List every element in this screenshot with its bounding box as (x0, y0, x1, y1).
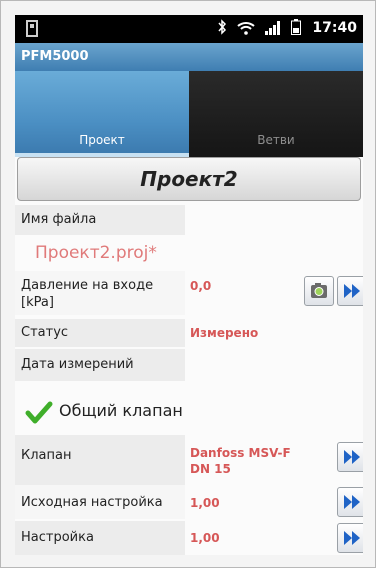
screenshot-frame: 17:40 PFM5000 Проект Ветви Проект2 Имя ф… (0, 0, 376, 568)
pressure-next-button[interactable] (337, 276, 363, 306)
phone-screen: 17:40 PFM5000 Проект Ветви Проект2 Имя ф… (15, 15, 363, 555)
signal-icon (265, 20, 281, 39)
setting-next-button[interactable] (337, 523, 363, 553)
common-valve-label[interactable]: Общий клапан (59, 401, 183, 420)
valve-value: Danfoss MSV-F DN 15 (190, 446, 291, 476)
app-title: PFM5000 (15, 43, 363, 71)
file-name-value[interactable]: Проект2.proj* (35, 243, 157, 263)
pressure-value: 0,0 (190, 279, 212, 293)
clock: 17:40 (312, 20, 357, 36)
pressure-label: Давление на входе [kPa] (21, 278, 154, 310)
bluetooth-icon (218, 19, 227, 39)
measure-button[interactable] (304, 276, 334, 306)
setting-label: Настройка (21, 530, 94, 545)
measurement-date-label: Дата измерений (21, 357, 134, 372)
common-valve-checkbox[interactable] (25, 399, 53, 427)
status-value: Измерено (190, 326, 259, 340)
initial-setting-value: 1,00 (190, 496, 220, 510)
sd-card-icon (25, 20, 39, 37)
valve-next-button[interactable] (337, 442, 363, 472)
checkmark-icon (25, 401, 53, 431)
tab-project-label: Проект (79, 133, 125, 147)
wifi-icon (237, 20, 255, 39)
project-name-button[interactable]: Проект2 (17, 157, 361, 201)
setting-value: 1,00 (190, 531, 220, 545)
tab-branches-label: Ветви (257, 133, 295, 147)
initial-setting-label: Исходная настройка (21, 495, 163, 510)
tab-bar: Проект Ветви (15, 71, 363, 157)
tab-project[interactable]: Проект (15, 71, 189, 157)
status-bar: 17:40 (15, 15, 363, 43)
initial-setting-next-button[interactable] (337, 487, 363, 517)
status-label: Статус (21, 325, 69, 340)
file-name-label: Имя файла (21, 212, 97, 227)
battery-icon (291, 19, 301, 39)
valve-label: Клапан (21, 448, 72, 463)
status-icons (218, 19, 301, 39)
tab-branches[interactable]: Ветви (189, 71, 363, 157)
